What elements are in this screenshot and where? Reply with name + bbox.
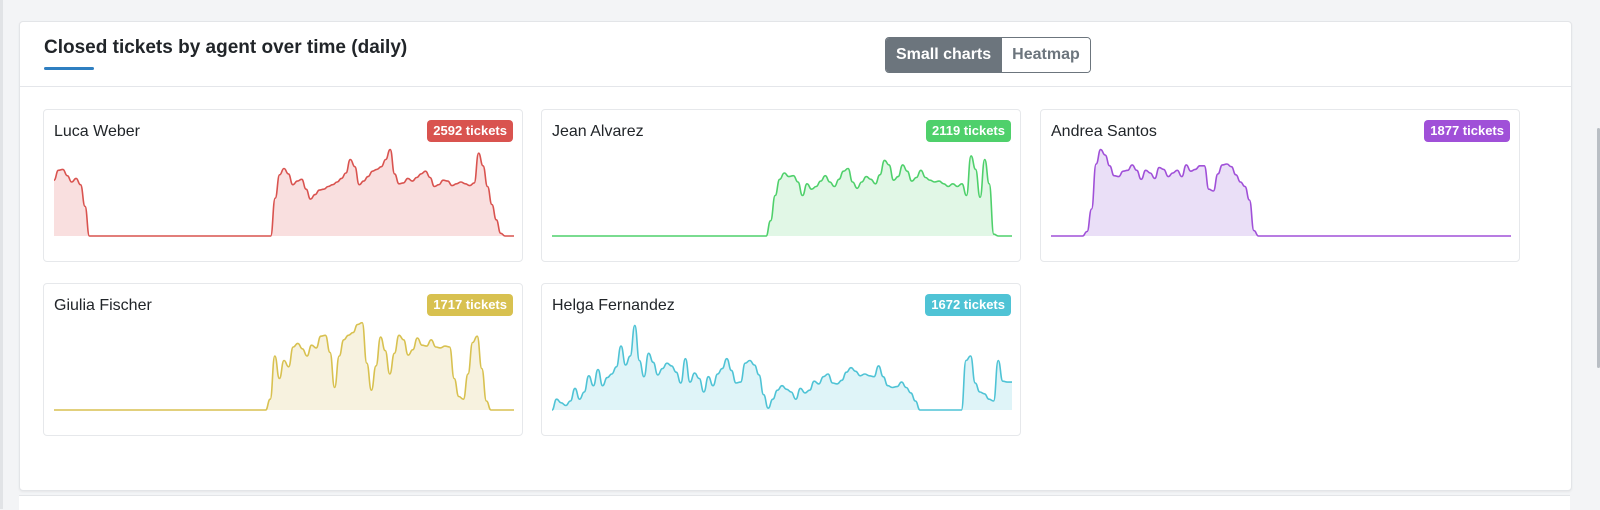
sparkline-area bbox=[552, 155, 1012, 236]
sparkline-area bbox=[54, 149, 514, 236]
next-panel-edge bbox=[19, 495, 1570, 510]
sparkline-area bbox=[1051, 149, 1511, 236]
agent-card-helga-fernandez: Helga Fernandez 1672 tickets bbox=[541, 283, 1021, 436]
heatmap-button[interactable]: Heatmap bbox=[1001, 38, 1090, 72]
sparkline-chart bbox=[53, 148, 514, 237]
sparkline-chart bbox=[53, 321, 514, 411]
sparkline-area bbox=[552, 325, 1012, 410]
agent-name: Jean Alvarez bbox=[552, 123, 644, 140]
agent-name: Giulia Fischer bbox=[54, 297, 152, 314]
ticket-count-badge: 1717 tickets bbox=[427, 294, 513, 316]
sparkline-chart bbox=[551, 155, 1012, 237]
title-underline bbox=[44, 67, 94, 70]
view-toggle: Small charts Heatmap bbox=[885, 37, 1091, 73]
sparkline-chart bbox=[1050, 148, 1511, 237]
ticket-count-badge: 1672 tickets bbox=[925, 294, 1011, 316]
agent-name: Helga Fernandez bbox=[552, 297, 675, 314]
panel-title: Closed tickets by agent over time (daily… bbox=[44, 37, 408, 58]
agent-card-jean-alvarez: Jean Alvarez 2119 tickets bbox=[541, 109, 1021, 262]
sparkline-chart bbox=[551, 324, 1012, 411]
ticket-count-badge: 2592 tickets bbox=[427, 120, 513, 142]
sparkline-area bbox=[54, 322, 514, 410]
agent-name: Luca Weber bbox=[54, 123, 140, 140]
agent-card-luca-weber: Luca Weber 2592 tickets bbox=[43, 109, 523, 262]
window-edge bbox=[0, 0, 3, 509]
closed-tickets-panel: Closed tickets by agent over time (daily… bbox=[19, 21, 1572, 491]
agent-name: Andrea Santos bbox=[1051, 123, 1157, 140]
agent-card-andrea-santos: Andrea Santos 1877 tickets bbox=[1040, 109, 1520, 262]
panel-header: Closed tickets by agent over time (daily… bbox=[20, 22, 1571, 87]
ticket-count-badge: 2119 tickets bbox=[925, 120, 1011, 142]
ticket-count-badge: 1877 tickets bbox=[1424, 120, 1510, 142]
small-charts-button[interactable]: Small charts bbox=[886, 38, 1002, 72]
agent-card-giulia-fischer: Giulia Fischer 1717 tickets bbox=[43, 283, 523, 436]
